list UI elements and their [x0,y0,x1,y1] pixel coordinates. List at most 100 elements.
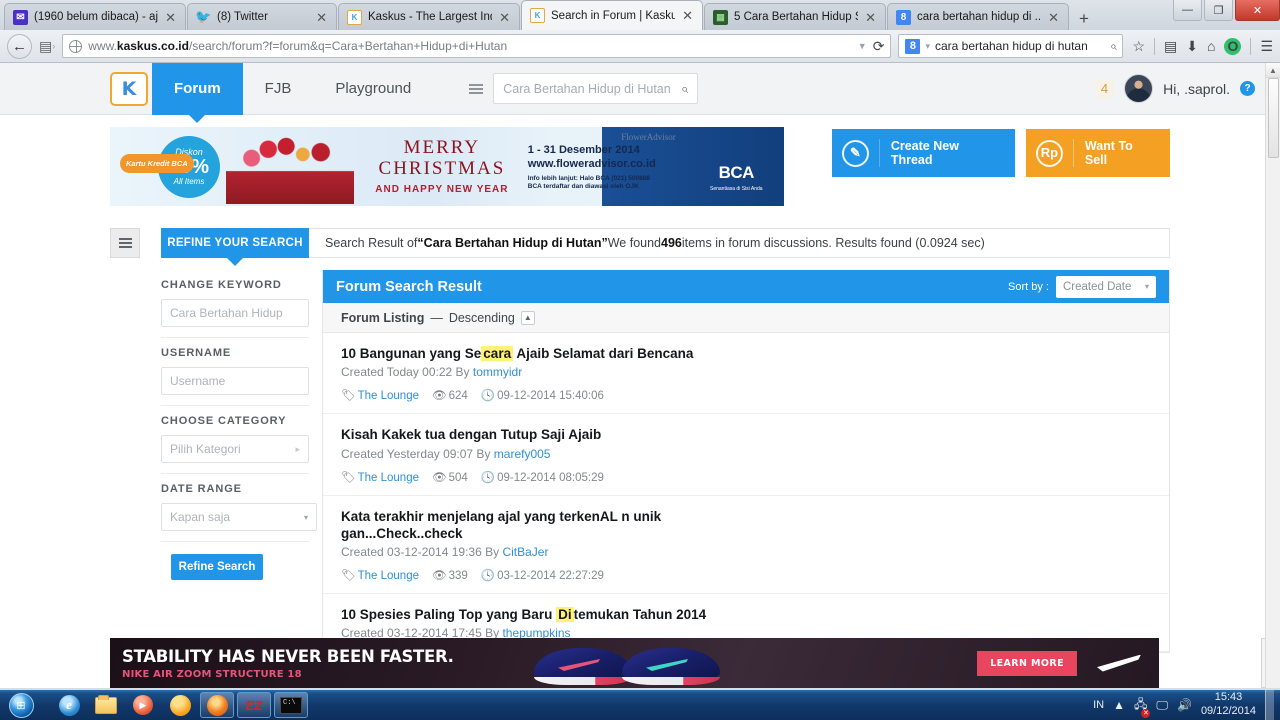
site-search-placeholder: Cara Bertahan Hidup di Hutan [503,81,671,96]
title-before: 10 Spesies Paling Top yang Baru [341,607,557,623]
forum-name[interactable]: The Lounge [358,390,419,402]
date-range-select[interactable]: Kapan saja ▾ [161,503,317,531]
menu-icon[interactable]: ☰ [1260,38,1273,55]
minimize-button[interactable]: — [1173,0,1202,21]
page-scrollbar[interactable]: ▲ [1265,63,1280,688]
result-title[interactable]: 10 Spesies Paling Top yang Baru Di temuka… [341,606,1151,623]
result-item[interactable]: Kisah Kakek tua dengan Tutup Saji Ajaib … [323,414,1169,496]
nav-item-forum[interactable]: Forum [152,63,243,123]
browser-tab[interactable]: (1960 belum dibaca) - aj... ✕ [4,3,186,30]
notification-count[interactable]: 4 [1094,79,1115,98]
create-new-thread-button[interactable]: ✎ Create New Thread [831,129,1015,177]
forum-name[interactable]: The Lounge [358,472,419,484]
bookmark-star-icon[interactable]: ☆ [1132,38,1145,55]
chevron-down-icon[interactable]: ▾ [925,41,930,52]
start-button[interactable]: ⊞ [2,691,40,719]
network-icon[interactable]: 🖧 ✕ [1134,695,1151,718]
choose-category-select[interactable]: Pilih Kategori ▸ [161,435,309,463]
new-tab-button[interactable]: + [1070,10,1098,30]
browser-tab[interactable]: (8) Twitter ✕ [187,3,337,30]
list-menu-icon[interactable] [469,83,484,94]
result-timestamp: 🕓 09-12-2014 08:05:29 [481,470,604,484]
chevron-down-icon[interactable]: ▼ [858,41,867,51]
result-views: 👁 624 [432,388,468,402]
language-indicator[interactable]: IN [1093,699,1104,711]
refine-your-search-tab[interactable]: REFINE YOUR SEARCH [161,228,309,266]
result-title[interactable]: Kata terakhir menjelang ajal yang terken… [341,508,671,543]
back-button[interactable]: ← [7,33,32,59]
kaskus-logo[interactable]: K [110,71,148,106]
result-title[interactable]: 10 Bangunan yang Se cara Ajaib Selamat da… [341,345,1151,362]
ez-icon[interactable]: EZ [237,692,271,718]
result-item[interactable]: Kata terakhir menjelang ajal yang terken… [323,495,1169,595]
want-to-sell-button[interactable]: Rp Want To Sell [1025,129,1170,177]
reader-icon[interactable]: ▤ [1164,38,1177,55]
google-icon[interactable]: 8 [905,38,921,54]
browser-tab[interactable]: cara bertahan hidup di ... ✕ [887,3,1069,30]
page-icon[interactable]: ▤ › [39,38,55,55]
avatar[interactable] [1124,74,1154,103]
home-icon[interactable]: ⌂ [1207,38,1215,54]
close-icon[interactable]: ✕ [864,11,877,24]
search-icon[interactable]: ⌕ [681,81,688,97]
show-desktop-button[interactable] [1265,690,1274,720]
action-buttons: ✎ Create New Thread Rp Want To Sell [831,127,1170,177]
forum-name[interactable]: The Lounge [358,570,419,582]
close-icon[interactable]: ✕ [164,11,177,24]
ad-website: www.floweradvisor.co.id [527,157,656,170]
browser-tab-active[interactable]: Search in Forum | Kasku... ✕ [521,0,703,30]
bca-flower-advisor-ad[interactable]: Kartu Kredit BCA Diskon 25% All Items ME… [110,127,784,206]
choose-category-label: CHOOSE CATEGORY [161,415,287,427]
command-prompt-icon[interactable]: C:\ [274,692,308,718]
scroll-up-arrow[interactable]: ▲ [1266,63,1280,78]
change-keyword-input[interactable]: Cara Bertahan Hidup [161,299,309,327]
clock-icon: 🕓 [480,390,496,403]
user-greeting[interactable]: Hi, .saprol. [1163,81,1230,97]
summary-prefix: Search Result of [325,236,418,250]
firefox-icon[interactable] [200,692,234,718]
result-author[interactable]: CitBaJer [502,545,548,559]
refine-search-button[interactable]: Refine Search [171,554,263,580]
sort-by-select[interactable]: Created Date ▾ [1056,275,1156,298]
close-icon[interactable]: ✕ [498,11,511,24]
want-to-sell-label: Want To Sell [1072,138,1170,168]
result-item[interactable]: 10 Bangunan yang Se cara Ajaib Selamat da… [323,333,1169,415]
close-window-button[interactable]: ✕ [1235,0,1280,21]
nike-ad-banner[interactable]: STABILITY HAS NEVER BEEN FASTER. NIKE AI… [110,638,1159,688]
url-bar[interactable]: www.kaskus.co.id/search/forum?f=forum&q=… [62,34,892,58]
result-author[interactable]: marefy005 [494,447,551,461]
flower-advisor-logo: FlowerAdvisor [621,132,676,142]
browser-search-bar[interactable]: 8 ▾ cara bertahan hidup di hutan ⌕ [898,34,1124,58]
scroll-thumb[interactable] [1268,78,1279,158]
display-icon[interactable]: 🖵 [1156,698,1168,713]
media-player-icon[interactable]: ▶ [126,692,160,718]
search-icon[interactable]: ⌕ [1110,39,1117,54]
opera-icon[interactable]: O [1224,37,1242,55]
maximize-button[interactable]: ❐ [1204,0,1233,21]
close-icon[interactable]: ✕ [681,9,694,22]
username-input[interactable]: Username [161,367,309,395]
site-search-input[interactable]: Cara Bertahan Hidup di Hutan ⌕ [493,73,699,104]
internet-explorer-icon[interactable]: e [52,692,86,718]
download-icon[interactable]: ⬇ [1186,38,1198,55]
sort-direction-toggle[interactable]: ▲ [520,310,535,325]
help-icon[interactable]: ? [1240,81,1255,96]
volume-icon[interactable]: 🔊 [1177,698,1192,712]
nav-item-playground[interactable]: Playground [313,63,433,115]
result-author[interactable]: tommyidr [473,365,522,379]
close-icon[interactable]: ✕ [315,11,328,24]
summary-count: 496 [661,236,682,250]
result-title[interactable]: Kisah Kakek tua dengan Tutup Saji Ajaib [341,426,1151,443]
close-icon[interactable]: ✕ [1047,11,1060,24]
browser-tab[interactable]: Kaskus - The Largest Ind... ✕ [338,3,520,30]
browser-tab[interactable]: 5 Cara Bertahan Hidup S... ✕ [704,3,886,30]
nav-item-fjb[interactable]: FJB [243,63,314,115]
show-hidden-icons-arrow[interactable]: ▲ [1113,698,1125,712]
clock[interactable]: 15:43 09/12/2014 [1201,691,1256,719]
learn-more-button[interactable]: LEARN MORE [977,650,1077,676]
reload-icon[interactable]: ⟳ [873,38,885,55]
file-explorer-icon[interactable] [89,692,123,718]
view-toggle-icon[interactable] [110,228,140,258]
sun-icon[interactable] [163,692,197,718]
result-timestamp: 🕓 03-12-2014 22:27:29 [481,568,604,582]
